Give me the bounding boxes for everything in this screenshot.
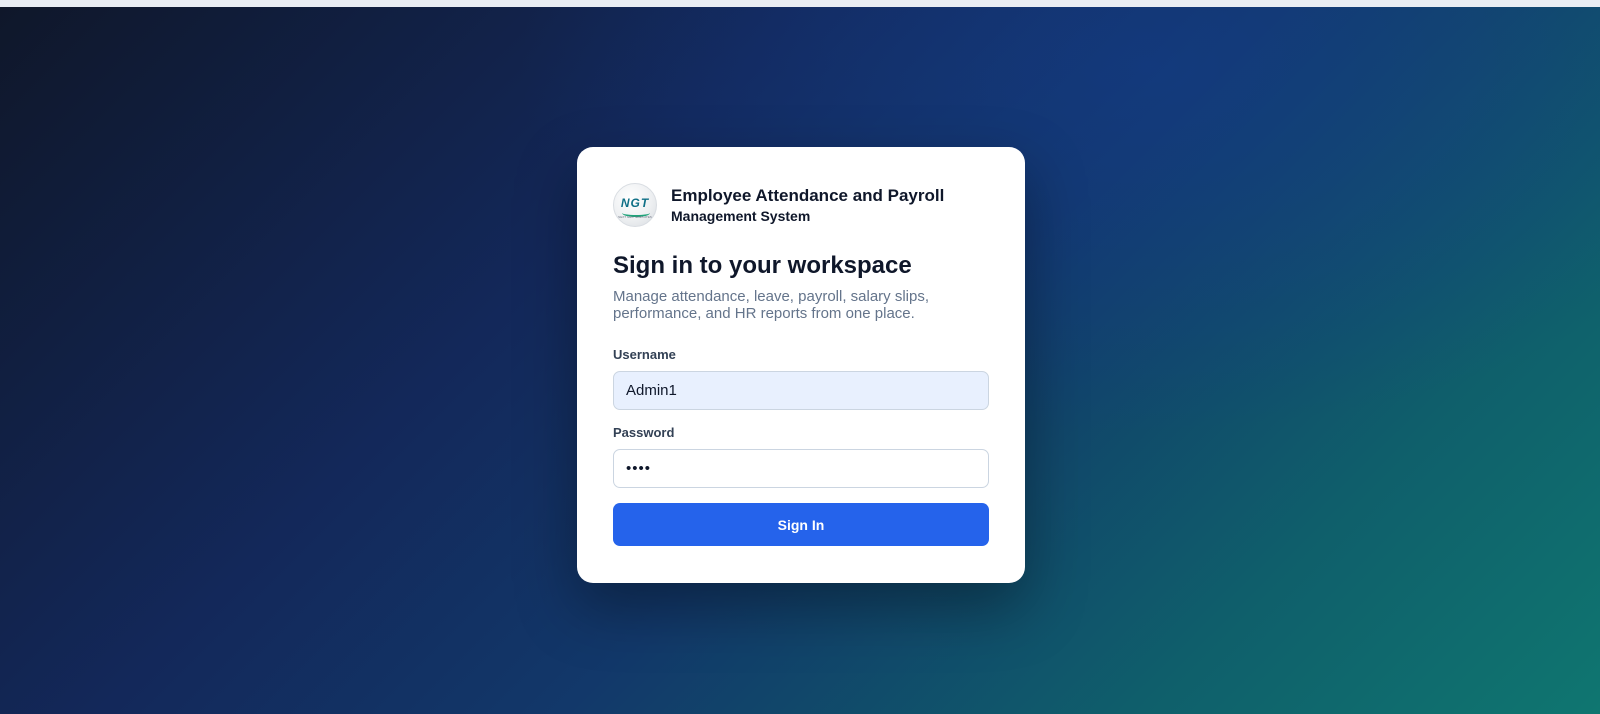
logo-tagline: NEXT GEN TEMPLATES: [618, 215, 652, 219]
password-label: Password: [613, 425, 675, 440]
browser-top-strip: [0, 0, 1600, 7]
company-logo: NGT NEXT GEN TEMPLATES: [613, 183, 657, 227]
logo-text: NGT: [620, 196, 650, 210]
username-label: Username: [613, 347, 676, 362]
password-input[interactable]: [613, 449, 989, 488]
app-subtitle: Management System: [671, 207, 811, 224]
app-title: Employee Attendance and Payroll: [671, 185, 945, 205]
page-description: Manage attendance, leave, payroll, salar…: [613, 288, 930, 322]
username-input[interactable]: [613, 371, 989, 410]
login-card: NGT NEXT GEN TEMPLATES Employee Attendan…: [577, 147, 1025, 583]
brand-text: Employee Attendance and Payroll Manageme…: [671, 186, 944, 225]
brand-header: NGT NEXT GEN TEMPLATES Employee Attendan…: [613, 183, 944, 227]
page-title: Sign in to your workspace: [613, 252, 912, 279]
sign-in-button[interactable]: Sign In: [613, 503, 989, 546]
